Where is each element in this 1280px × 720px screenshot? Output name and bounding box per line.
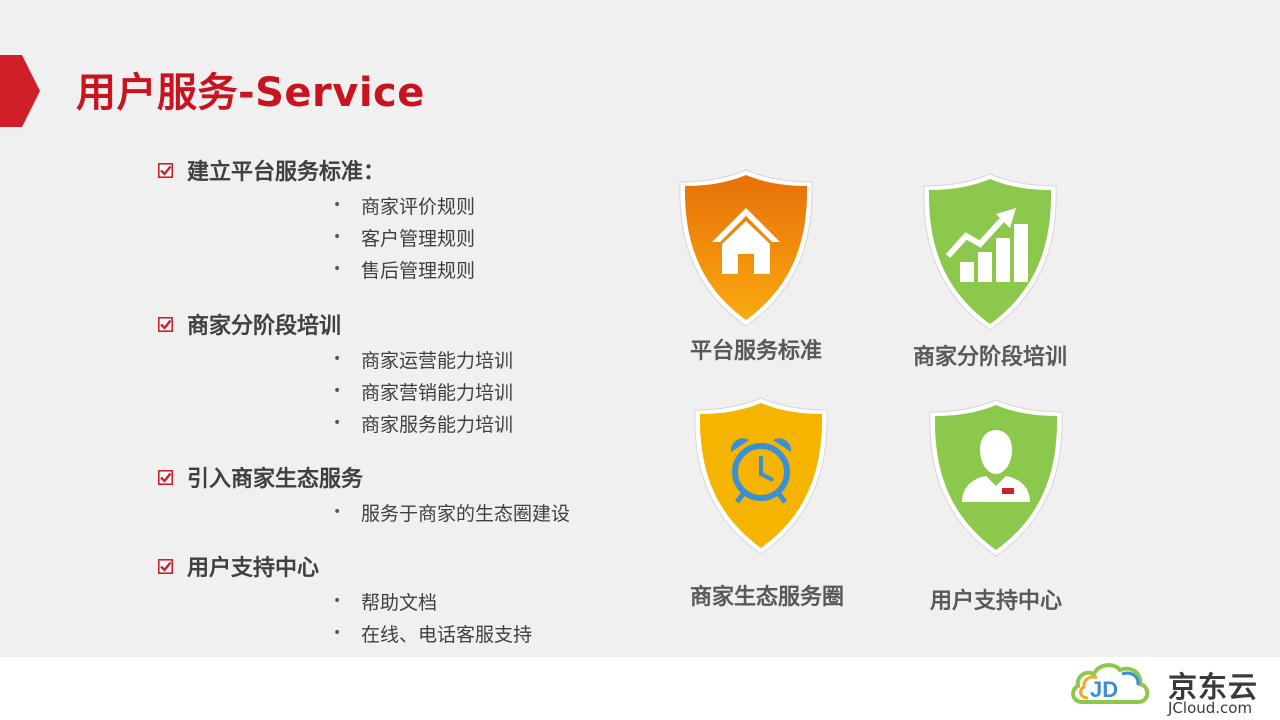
bullet-icon: •: [333, 383, 342, 399]
shield-caption: 商家分阶段培训: [912, 345, 1067, 370]
section-title: 商家分阶段培训: [187, 314, 342, 339]
shield-merchant-training: [923, 173, 1057, 331]
bullet-icon: •: [333, 351, 342, 367]
checkbox-icon: [158, 558, 173, 574]
section-title: 引入商家生态服务: [187, 467, 364, 492]
shield-caption: 商家生态服务圈: [689, 585, 844, 610]
checkbox-icon: [158, 162, 173, 178]
bullet-icon: •: [333, 593, 342, 609]
list-item-text: 商家营销能力培训: [361, 381, 514, 404]
list-item: • 客户管理规则: [333, 221, 475, 253]
shield-caption: 平台服务标准: [689, 339, 822, 364]
bullet-icon: •: [333, 229, 342, 245]
section-title: 建立平台服务标准：: [187, 160, 386, 185]
list-item: • 帮助文档: [333, 585, 532, 617]
slide-title: 用户服务-Service: [76, 70, 425, 116]
bullet-icon: •: [333, 504, 342, 520]
section-user-support: 用户支持中心 • 帮助文档 • 在线、电话客服支持: [158, 551, 532, 649]
slide-canvas: 用户服务-Service 建立平台服务标准： • 商家评价规则 • 客户管理规则 •…: [0, 0, 1280, 657]
list-item-text: 在线、电话客服支持: [361, 623, 533, 646]
list-item-text: 售后管理规则: [361, 259, 476, 282]
title-accent-marker: [0, 55, 40, 127]
logo-mark: JD: [1090, 677, 1119, 702]
list-item: • 售后管理规则: [333, 253, 475, 285]
shield-user-support: [929, 399, 1063, 557]
shield-ecosystem-services: [694, 397, 828, 555]
section-merchant-training: 商家分阶段培训 • 商家运营能力培训 • 商家营销能力培训 • 商家服务能力培训: [158, 309, 513, 439]
list-item-text: 客户管理规则: [361, 227, 476, 250]
list-item: • 商家服务能力培训: [333, 407, 513, 439]
logo-text-en: JCloud.com: [1168, 699, 1253, 717]
bullet-icon: •: [333, 197, 342, 213]
list-item-text: 帮助文档: [361, 591, 438, 614]
shield-platform-standards: [679, 169, 813, 327]
list-item-text: 商家评价规则: [361, 195, 476, 218]
list-item: • 商家评价规则: [333, 189, 475, 221]
checkbox-icon: [158, 316, 173, 332]
list-item: • 在线、电话客服支持: [333, 617, 532, 649]
bullet-icon: •: [333, 415, 342, 431]
bullet-icon: •: [333, 261, 342, 277]
list-item: • 商家营销能力培训: [333, 375, 513, 407]
shield-caption: 用户支持中心: [929, 589, 1062, 614]
checkbox-icon: [158, 469, 173, 485]
list-item: • 商家运营能力培训: [333, 343, 513, 375]
list-item-text: 商家服务能力培训: [361, 413, 514, 436]
section-platform-standards: 建立平台服务标准： • 商家评价规则 • 客户管理规则 • 售后管理规则: [158, 155, 475, 285]
section-title: 用户支持中心: [187, 556, 320, 581]
list-item-text: 服务于商家的生态圈建设: [361, 502, 571, 525]
list-item-text: 商家运营能力培训: [361, 349, 514, 372]
section-ecosystem-services: 引入商家生态服务 • 服务于商家的生态圈建设: [158, 462, 570, 528]
bullet-icon: •: [333, 625, 342, 641]
list-item: • 服务于商家的生态圈建设: [333, 496, 570, 528]
